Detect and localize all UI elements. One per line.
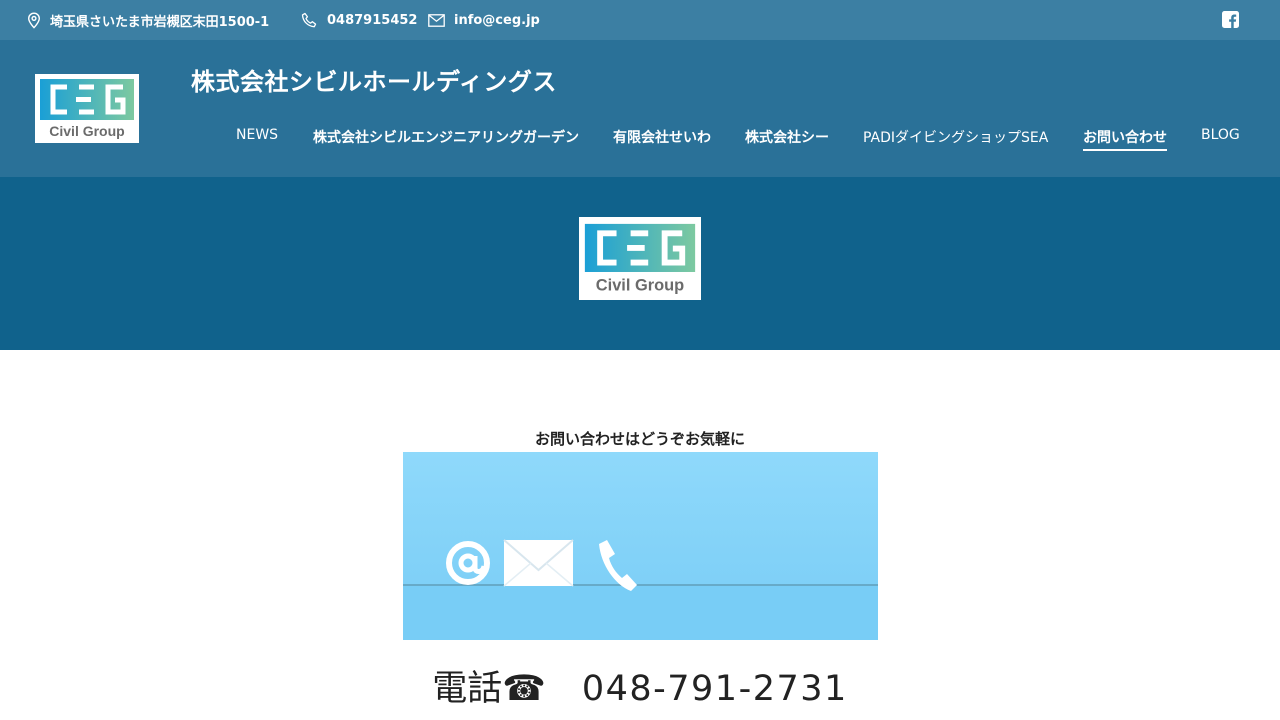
site-header: Civil Group 株式会社シビルホールディングス NEWS 株式会社シビル… — [0, 40, 1280, 177]
contact-image — [403, 452, 878, 640]
phone-text[interactable]: 0487915452 — [327, 13, 417, 28]
phone-icon — [301, 12, 317, 27]
ceg-logo-mark: Civil Group — [584, 223, 696, 295]
mail-icon — [428, 13, 445, 27]
nav-padi-diving-shop[interactable]: PADIダイビングショップSEA — [863, 127, 1048, 149]
nav-seiwa[interactable]: 有限会社せいわ — [613, 127, 711, 149]
hero-banner: Civil Group — [0, 177, 1280, 350]
email-text[interactable]: info@ceg.jp — [454, 13, 540, 28]
ceg-logo-mark: Civil Group — [40, 79, 134, 139]
map-pin-icon — [27, 11, 41, 29]
phone-number[interactable]: 048-791-2731 — [582, 669, 848, 709]
hero-logo: Civil Group — [579, 217, 701, 300]
site-logo[interactable]: Civil Group — [35, 74, 139, 143]
logo-tagline: Civil Group — [49, 123, 124, 139]
phone-contact-line: 電話☎ 048-791-2731 — [0, 660, 1280, 711]
nav-news[interactable]: NEWS — [236, 127, 278, 145]
phone-link[interactable]: 0487915452 — [301, 0, 417, 40]
address-item: 埼玉県さいたま市岩槻区末田1500-1 — [27, 0, 269, 40]
nav-sea-company[interactable]: 株式会社シー — [745, 127, 829, 149]
site-title[interactable]: 株式会社シビルホールディングス — [191, 62, 557, 97]
address-text: 埼玉県さいたま市岩槻区末田1500-1 — [50, 14, 270, 30]
email-link[interactable]: info@ceg.jp — [428, 0, 540, 40]
contact-heading: お問い合わせはどうぞお気軽に — [534, 430, 745, 448]
nav-blog[interactable]: BLOG — [1201, 127, 1240, 145]
envelope-icon — [503, 539, 574, 587]
phone-label: 電話☎ — [432, 669, 546, 709]
logo-tagline: Civil Group — [596, 277, 684, 295]
nav-civil-engineering-garden[interactable]: 株式会社シビルエンジニアリングガーデン — [313, 127, 579, 149]
top-info-bar: 埼玉県さいたま市岩槻区末田1500-1 0487915452 info@ceg.… — [0, 0, 1280, 40]
nav-contact[interactable]: お問い合わせ — [1083, 127, 1167, 151]
facebook-icon[interactable] — [1222, 11, 1239, 28]
